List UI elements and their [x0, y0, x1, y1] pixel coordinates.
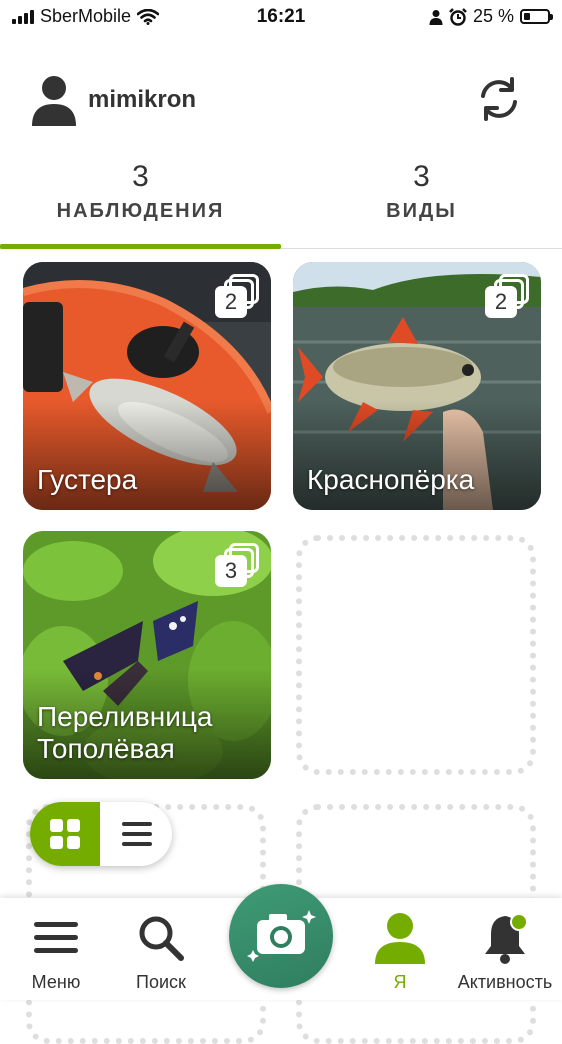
- nav-search[interactable]: Поиск: [115, 898, 207, 1000]
- photo-count-badge: 2: [485, 274, 529, 318]
- view-toggle: [30, 802, 172, 866]
- nav-activity[interactable]: Активность: [450, 898, 560, 1000]
- list-view-button[interactable]: [100, 802, 172, 866]
- tab-observations-label: НАБЛЮДЕНИЯ: [56, 200, 225, 222]
- nav-menu[interactable]: Меню: [10, 898, 102, 1000]
- status-bar: SberMobile 16:21 25 %: [0, 0, 562, 34]
- observation-card[interactable]: 2 Густера: [23, 262, 271, 510]
- alarm-icon: [449, 7, 467, 26]
- battery-fill: [524, 13, 530, 20]
- photo-count-badge: 2: [215, 274, 259, 318]
- username: mimikron: [88, 86, 197, 113]
- tab-species-count: 3: [413, 160, 430, 193]
- nav-search-label: Поиск: [136, 972, 186, 992]
- tab-species[interactable]: 3 ВИДЫ: [281, 156, 562, 248]
- observation-name: Густера: [37, 464, 138, 495]
- menu-icon: [34, 922, 78, 953]
- battery-icon: [520, 9, 553, 24]
- photo-count: 3: [215, 555, 247, 587]
- empty-card-placeholder: [296, 535, 536, 775]
- person-icon: [375, 913, 425, 964]
- grid-view-icon: [50, 819, 80, 849]
- photo-count: 2: [215, 286, 247, 318]
- add-observation-button[interactable]: [229, 884, 333, 988]
- nav-activity-label: Активность: [457, 972, 553, 992]
- sync-icon[interactable]: [476, 76, 522, 122]
- nav-me[interactable]: Я: [354, 898, 446, 1000]
- observation-card[interactable]: 2 Краснопёрка: [293, 262, 541, 510]
- battery-percent: 25 %: [472, 6, 514, 26]
- tab-observations[interactable]: 3 НАБЛЮДЕНИЯ: [0, 156, 281, 249]
- bell-icon: [485, 913, 528, 964]
- observation-name: Переливница Тополёвая: [37, 701, 213, 764]
- camera-icon: [247, 910, 316, 962]
- grid-view-button[interactable]: [30, 802, 100, 866]
- profile-header: mimikron: [0, 70, 562, 130]
- photo-count-badge: 3: [215, 543, 259, 587]
- person-icon: [429, 9, 443, 25]
- nav-me-label: Я: [393, 972, 407, 992]
- nav-menu-label: Меню: [31, 972, 81, 992]
- photo-count: 2: [485, 286, 517, 318]
- search-icon: [139, 916, 184, 961]
- observation-card[interactable]: 3 Переливница Тополёвая: [23, 531, 271, 779]
- observation-name: Краснопёрка: [307, 464, 475, 495]
- tab-species-label: ВИДЫ: [386, 200, 457, 222]
- list-view-icon: [122, 822, 152, 846]
- tab-bar: 3 НАБЛЮДЕНИЯ 3 ВИДЫ: [0, 156, 562, 249]
- status-right: 25 %: [429, 6, 553, 27]
- avatar[interactable]: [32, 74, 76, 126]
- tab-observations-count: 3: [132, 160, 149, 193]
